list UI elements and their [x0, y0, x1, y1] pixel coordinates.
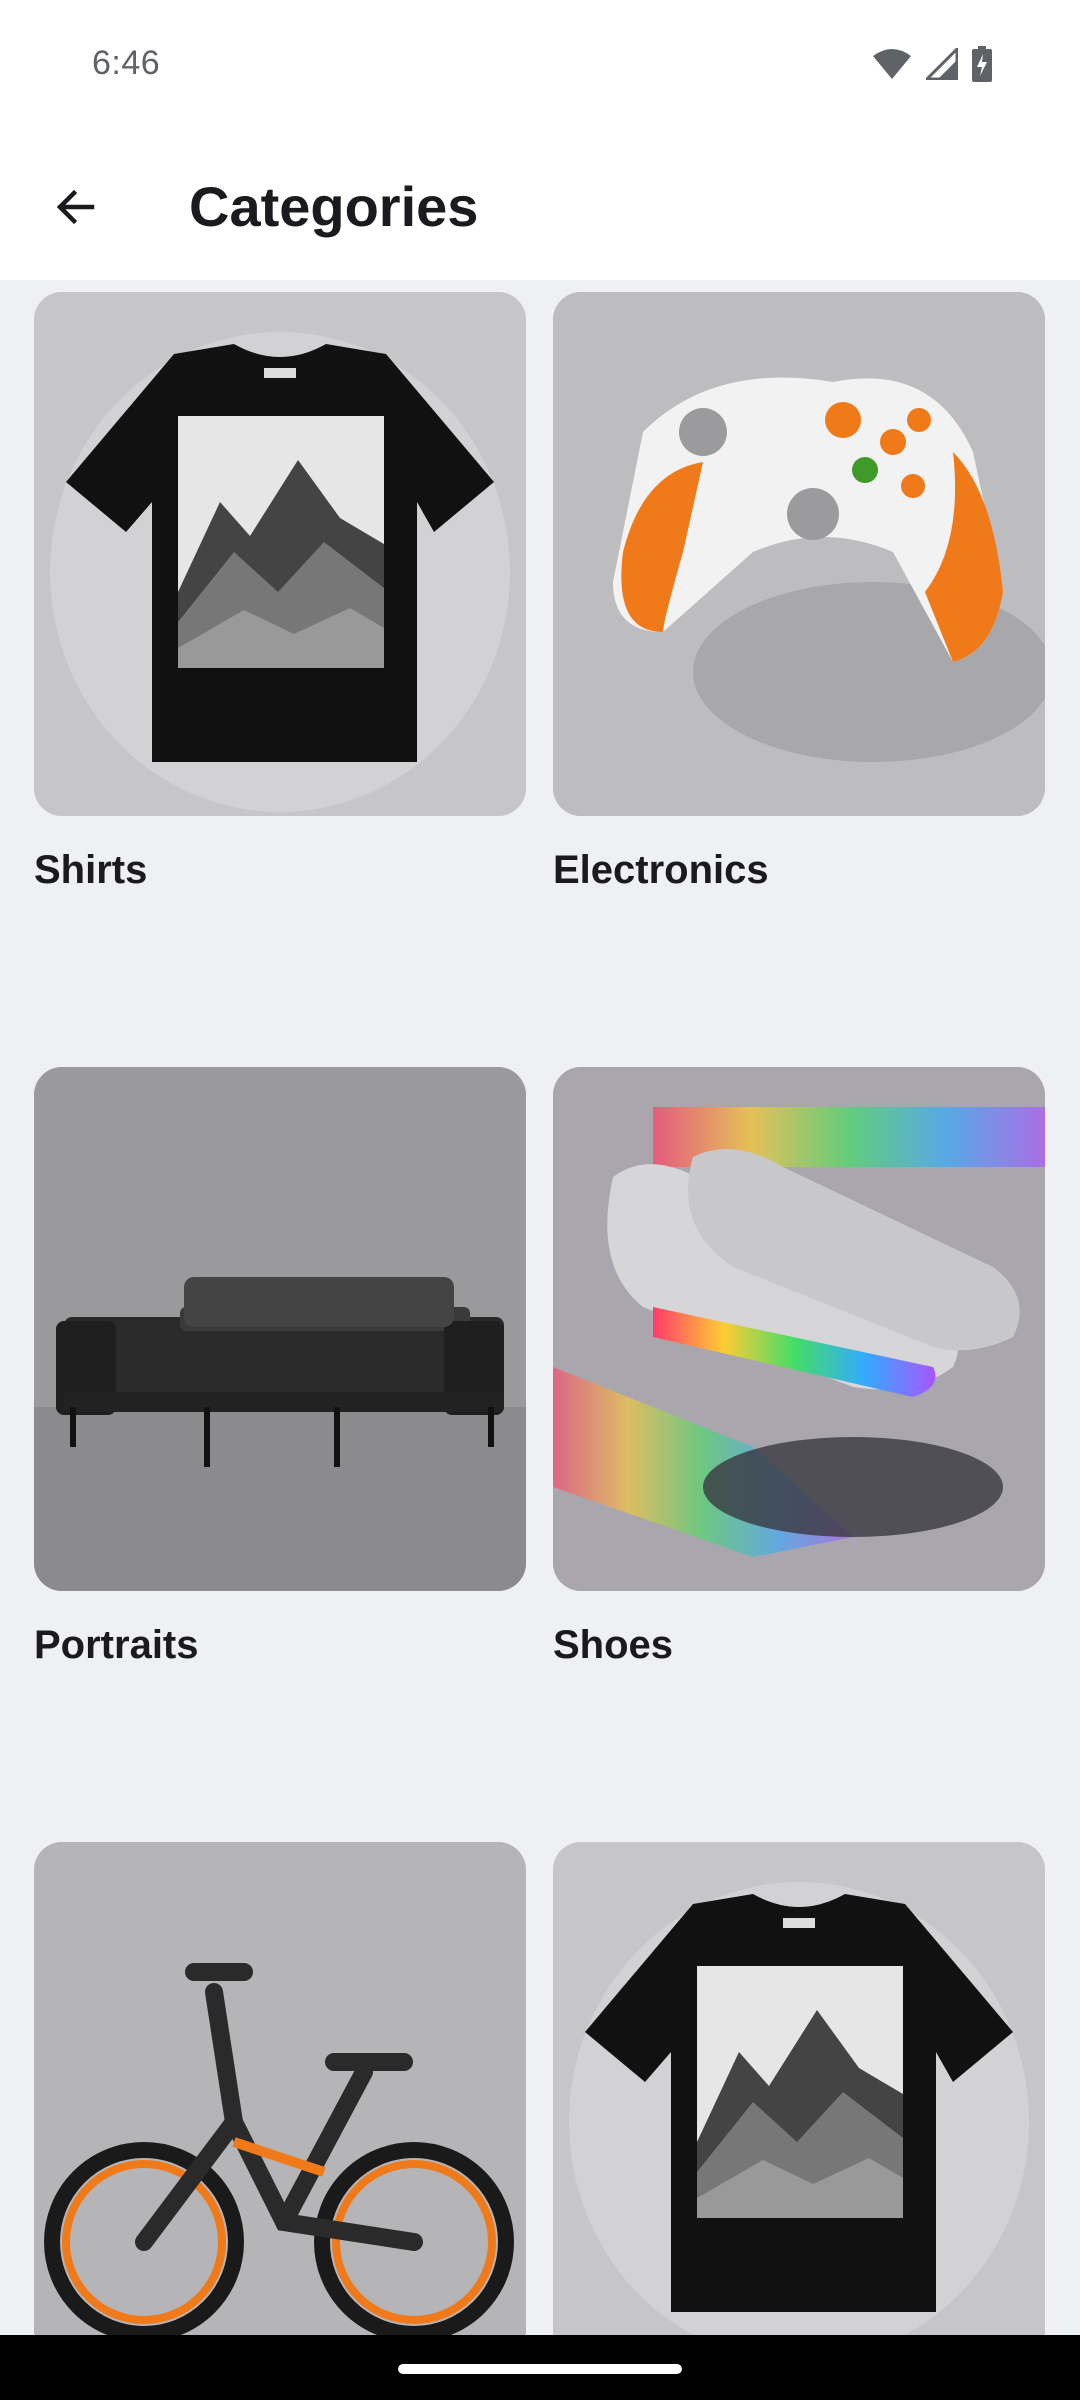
home-gesture-handle[interactable]: [398, 2364, 682, 2374]
category-card-electronics[interactable]: Electronics: [553, 292, 1045, 893]
wifi-icon: [872, 48, 912, 85]
category-label: Electronics: [553, 848, 769, 892]
category-image-bike: [34, 1842, 526, 2335]
page-title: Categories: [189, 175, 479, 238]
category-card-portraits[interactable]: Portraits: [34, 1067, 526, 1668]
category-card-shirts-2[interactable]: [553, 1842, 1045, 2335]
status-time: 6:46: [92, 44, 161, 82]
back-button[interactable]: [40, 171, 112, 243]
navigation-bar: [0, 2335, 1080, 2400]
arrow-left-icon: [56, 189, 95, 225]
category-image-electronics: [553, 292, 1045, 816]
category-label: Portraits: [34, 1623, 199, 1667]
category-image-shirt-2: [553, 1842, 1045, 2335]
battery-charging-icon: [972, 45, 992, 87]
category-card-bikes[interactable]: [34, 1842, 526, 2335]
category-card-shirts[interactable]: Shirts: [34, 292, 526, 893]
cell-signal-icon: [923, 44, 959, 85]
status-bar: 6:46: [0, 0, 1080, 135]
category-grid: Shirts Electronics Portraits Shoes: [0, 280, 1080, 2335]
category-image-shirts: [34, 292, 526, 816]
category-image-shoes: [553, 1067, 1045, 1591]
category-label: Shoes: [553, 1623, 674, 1667]
category-card-shoes[interactable]: Shoes: [553, 1067, 1045, 1668]
app-bar: Categories: [0, 135, 1080, 280]
category-label: Shirts: [34, 848, 148, 892]
status-icons: [872, 44, 992, 87]
category-image-portraits: [34, 1067, 526, 1591]
